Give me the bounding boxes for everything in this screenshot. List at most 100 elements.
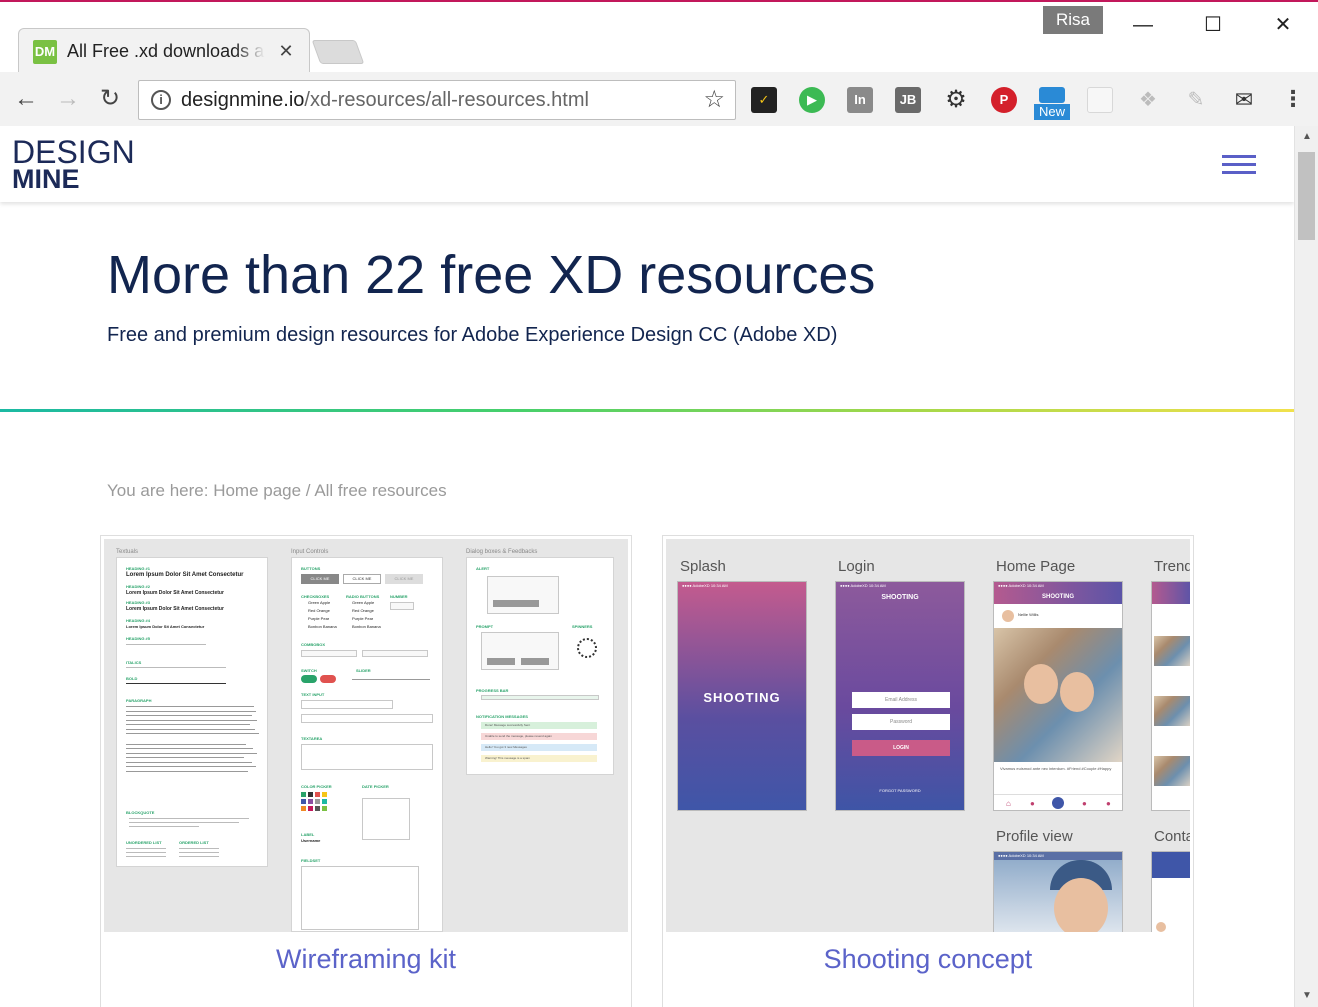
login-email-field: Email Address xyxy=(852,692,950,708)
wf-option: Purple Pear xyxy=(308,616,330,621)
wf-option: Red Orange xyxy=(308,608,330,613)
pinterest-icon[interactable]: P xyxy=(991,87,1017,113)
wf-section-label: Dialog boxes & Feedbacks xyxy=(466,549,538,555)
jetbrains-icon[interactable]: JB xyxy=(895,87,921,113)
wf-notification: Hello! You got 3 new Messages xyxy=(481,744,597,751)
page-icon[interactable] xyxy=(1087,87,1113,113)
wf-option: Bonbon Banana xyxy=(352,624,381,629)
designmine-logo[interactable]: DESIGN MINE xyxy=(12,134,135,193)
play-icon[interactable]: ▶ xyxy=(799,87,825,113)
wf-paragraph-line xyxy=(126,715,252,716)
maximize-button[interactable]: ☐ xyxy=(1190,8,1236,42)
tab-close-icon[interactable]: ✕ xyxy=(275,40,297,62)
wf-textuals-page: HEADING #1 Lorem Ipsum Dolor Sit Amet Co… xyxy=(116,557,268,867)
wf-button: CLICK ME xyxy=(385,574,423,584)
wf-color-swatch xyxy=(301,806,306,811)
screen-label-profile: Profile view xyxy=(996,828,1073,845)
invision-icon[interactable]: In xyxy=(847,87,873,113)
wf-heading: Lorem Ipsum Dolor Sit Amet Consectetur xyxy=(126,606,224,612)
home-user-name: Nellie Willis xyxy=(1018,612,1039,617)
wf-paragraph-line xyxy=(126,724,250,725)
norton-icon[interactable]: ✓ xyxy=(751,87,777,113)
close-window-button[interactable]: ✕ xyxy=(1260,8,1306,42)
wf-option: Red Orange xyxy=(352,608,374,613)
minimize-button[interactable]: — xyxy=(1120,8,1166,42)
bookmark-star-icon[interactable]: ☆ xyxy=(703,87,725,113)
gradient-divider xyxy=(0,409,1294,412)
site-header: DESIGN MINE xyxy=(0,126,1294,202)
wf-paragraph-line xyxy=(126,710,256,712)
extension-new-badge: New xyxy=(1034,104,1070,120)
wf-color-swatch xyxy=(322,806,327,811)
url-path: /xd-resources/all-resources.html xyxy=(304,89,589,111)
wf-paragraph-line xyxy=(126,770,248,772)
browser-chrome: DM All Free .xd downloads and resources … xyxy=(0,0,1318,128)
resource-card-shooting-concept[interactable]: Splash Login Home Page Trend Profile vie… xyxy=(662,535,1194,1007)
breadcrumb-separator: / xyxy=(301,481,315,500)
phone-status-bar: ●●●● AdobeXD 10:34 AM xyxy=(840,583,886,588)
url-text[interactable]: designmine.io/xd-resources/all-resources… xyxy=(181,89,589,112)
card-thumbnail-shooting[interactable]: Splash Login Home Page Trend Profile vie… xyxy=(666,539,1190,932)
breadcrumb-home-link[interactable]: Home page xyxy=(213,481,301,500)
hamburger-menu-icon[interactable] xyxy=(1222,155,1256,175)
wf-color-swatch xyxy=(308,799,313,804)
new-tab-button[interactable] xyxy=(311,40,365,64)
page-title: More than 22 free XD resources xyxy=(107,245,876,305)
wf-option: Green Apple xyxy=(352,600,375,605)
logo-design-text: DESIGN xyxy=(12,134,135,170)
login-forgot-link: FORGOT PASSWORD xyxy=(879,788,921,793)
wf-button: CLICK ME xyxy=(301,574,339,584)
tab-title: All Free .xd downloads and resources xyxy=(67,41,265,62)
phone-contact-screen xyxy=(1151,851,1190,932)
gear-icon[interactable]: ⚙ xyxy=(943,87,969,113)
home-avatar xyxy=(1002,610,1014,622)
breadcrumb-current: All free resources xyxy=(314,481,447,500)
url-host: designmine.io xyxy=(181,89,305,111)
card-title-shooting-concept[interactable]: Shooting concept xyxy=(663,944,1193,975)
info-icon[interactable]: i xyxy=(151,90,171,110)
splash-title: SHOOTING xyxy=(703,690,781,705)
home-caption: Vivamus euismod ante nec interdum. #Frie… xyxy=(1000,766,1112,771)
wf-notification: Done! Message successfully Sent xyxy=(481,722,597,729)
login-title: SHOOTING xyxy=(881,594,919,601)
card-thumbnail-wireframing[interactable]: Textuals Input Controls Dialog boxes & F… xyxy=(104,539,628,932)
wf-heading: Lorem Ipsum Dolor Sit Amet Consectetur xyxy=(126,590,224,596)
dropbox-icon[interactable]: ❖ xyxy=(1135,87,1161,113)
wf-section-label: Textuals xyxy=(116,549,139,555)
wf-color-swatch xyxy=(315,792,320,797)
mail-icon[interactable]: ✉ xyxy=(1231,87,1257,113)
address-bar[interactable]: i designmine.io/xd-resources/all-resourc… xyxy=(138,80,736,120)
screen-label-contact: Conta xyxy=(1154,828,1190,845)
designmine-favicon-icon: DM xyxy=(33,40,57,64)
phone-home-screen: ●●●● AdobeXD 10:34 AM SHOOTING Nellie Wi… xyxy=(993,581,1123,811)
phone-status-bar: ●●●● AdobeXD 10:34 AM xyxy=(994,852,1122,860)
browser-menu-icon[interactable]: ⋮ xyxy=(1282,86,1304,114)
browser-tab[interactable]: DM All Free .xd downloads and resources … xyxy=(18,28,310,74)
wf-option: Green Apple xyxy=(308,600,331,605)
scrollbar-thumb[interactable] xyxy=(1298,152,1315,240)
wf-color-swatch xyxy=(322,799,327,804)
wf-paragraph-line xyxy=(126,728,255,730)
wf-paragraph-line xyxy=(126,719,257,721)
forward-button[interactable]: → xyxy=(52,84,84,116)
phone-trend-screen xyxy=(1151,581,1190,811)
new-tab-extension-icon[interactable] xyxy=(1039,87,1065,103)
wf-section-label: Input Controls xyxy=(291,549,329,555)
card-title-wireframing-kit[interactable]: Wireframing kit xyxy=(101,944,631,975)
wf-paragraph-line xyxy=(126,706,254,707)
wf-paragraph-line xyxy=(126,733,259,734)
page-viewport: DESIGN MINE More than 22 free XD resourc… xyxy=(0,126,1294,1007)
phone-profile-screen: ●●●● AdobeXD 10:34 AM xyxy=(993,851,1123,932)
scroll-up-icon[interactable]: ▲ xyxy=(1295,128,1318,146)
scroll-down-icon[interactable]: ▼ xyxy=(1295,987,1318,1005)
back-button[interactable]: ← xyxy=(10,84,42,116)
screen-label-home: Home Page xyxy=(996,558,1076,575)
resource-card-wireframing-kit[interactable]: Textuals Input Controls Dialog boxes & F… xyxy=(100,535,632,1007)
clipper-icon[interactable]: ✎ xyxy=(1183,87,1209,113)
login-password-field: Password xyxy=(852,714,950,730)
browser-toolbar: ← → ↻ i designmine.io/xd-resources/all-r… xyxy=(0,72,1318,128)
wf-input-controls-page: BUTTONS CLICK ME CLICK ME CLICK ME CHECK… xyxy=(291,557,443,932)
profile-button[interactable]: Risa xyxy=(1043,6,1103,34)
page-scrollbar[interactable]: ▲ ▼ xyxy=(1294,126,1318,1007)
reload-button[interactable]: ↻ xyxy=(94,84,126,116)
